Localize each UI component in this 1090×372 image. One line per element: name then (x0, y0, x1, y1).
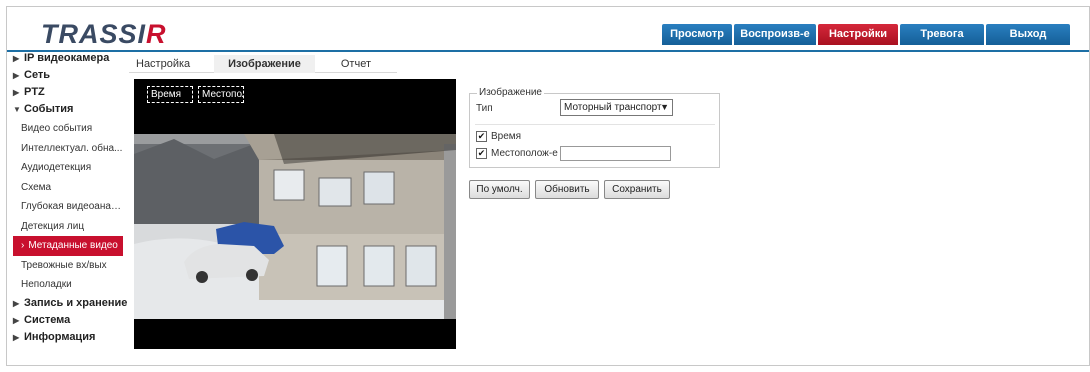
expand-triangle-icon: ▶ (13, 332, 20, 342)
location-checkbox-label: Местополож-е (491, 148, 558, 159)
osd-location-box[interactable]: Местополс (198, 86, 244, 103)
header-divider (7, 50, 1089, 52)
time-checkbox-label: Время (491, 131, 522, 142)
video-preview[interactable]: Время Местополс (134, 79, 456, 349)
chevron-right-icon: › (21, 240, 25, 251)
default-button[interactable]: По умолч. (469, 180, 530, 199)
content-tabs: Настройка сцены Изображение Отчет (129, 55, 397, 88)
settings-sidebar: ▶ IP видеокамера ▶ Сеть ▶ PTZ ▼ События Виде… (13, 50, 127, 346)
fieldset-separator (475, 124, 715, 125)
nav-view-button[interactable]: Просмотр (662, 24, 732, 45)
nav-playback-button[interactable]: Воспроизв-е (734, 24, 816, 45)
tab-report[interactable]: Отчет (315, 55, 397, 73)
sidebar-item-system[interactable]: ▶ Система (13, 312, 123, 329)
expand-triangle-icon: ▶ (13, 88, 20, 97)
image-fieldset-legend: Изображение (477, 87, 544, 98)
sidebar-subitem-deep-analytics[interactable]: Глубокая видеоанал... (13, 197, 123, 217)
expand-triangle-icon: ▶ (13, 54, 20, 63)
top-navigation: Просмотр Воспроизв-е Настройки Тревога В… (662, 24, 1070, 45)
nav-exit-button[interactable]: Выход (986, 24, 1070, 45)
expand-triangle-icon: ▶ (13, 315, 20, 325)
sidebar-item-recording-storage[interactable]: ▶ Запись и хранение (13, 295, 127, 312)
camera-scene-image (134, 134, 456, 319)
type-label: Тип (476, 103, 493, 114)
sidebar-subitem-face-detection[interactable]: Детекция лиц (13, 217, 123, 237)
location-text-field[interactable] (560, 146, 671, 161)
expand-triangle-icon: ▶ (13, 298, 20, 308)
sidebar-item-ip-camera[interactable]: ▶ IP видеокамера (13, 50, 123, 67)
sidebar-subitem-video-events[interactable]: Видео события (13, 119, 123, 139)
sidebar-subitem-scheme[interactable]: Схема (13, 178, 123, 198)
nav-alarm-button[interactable]: Тревога (900, 24, 984, 45)
nav-settings-button[interactable]: Настройки (818, 24, 898, 45)
tab-image[interactable]: Изображение (214, 55, 315, 73)
sidebar-subitem-audio-detection[interactable]: Аудиодетекция (13, 158, 123, 178)
sidebar-subitem-video-metadata[interactable]: › Метаданные видео (13, 236, 123, 256)
trassir-logo: TRASSIR (41, 19, 167, 49)
location-checkbox[interactable]: ✔ (476, 148, 487, 159)
refresh-button[interactable]: Обновить (535, 180, 599, 199)
sidebar-item-ptz[interactable]: ▶ PTZ (13, 84, 123, 101)
sidebar-subitem-faults[interactable]: Неполадки (13, 275, 123, 295)
sidebar-subitem-alarm-io[interactable]: Тревожные вх/вых (13, 256, 123, 276)
time-checkbox[interactable]: ✔ (476, 131, 487, 142)
type-select[interactable]: Моторный транспорт ▼ (560, 99, 673, 116)
sidebar-item-events[interactable]: ▼ События (13, 101, 123, 118)
save-button[interactable]: Сохранить (604, 180, 670, 199)
collapse-triangle-icon: ▼ (13, 105, 21, 114)
chevron-down-icon: ▼ (660, 102, 669, 112)
sidebar-subitem-smart-detection[interactable]: Интеллектуал. обна... (13, 139, 123, 159)
tab-scene-settings[interactable]: Настройка сцены (129, 55, 214, 88)
expand-triangle-icon: ▶ (13, 71, 20, 80)
osd-time-box[interactable]: Время (147, 86, 193, 103)
sidebar-item-information[interactable]: ▶ Информация (13, 329, 123, 346)
sidebar-item-network[interactable]: ▶ Сеть (13, 67, 123, 84)
